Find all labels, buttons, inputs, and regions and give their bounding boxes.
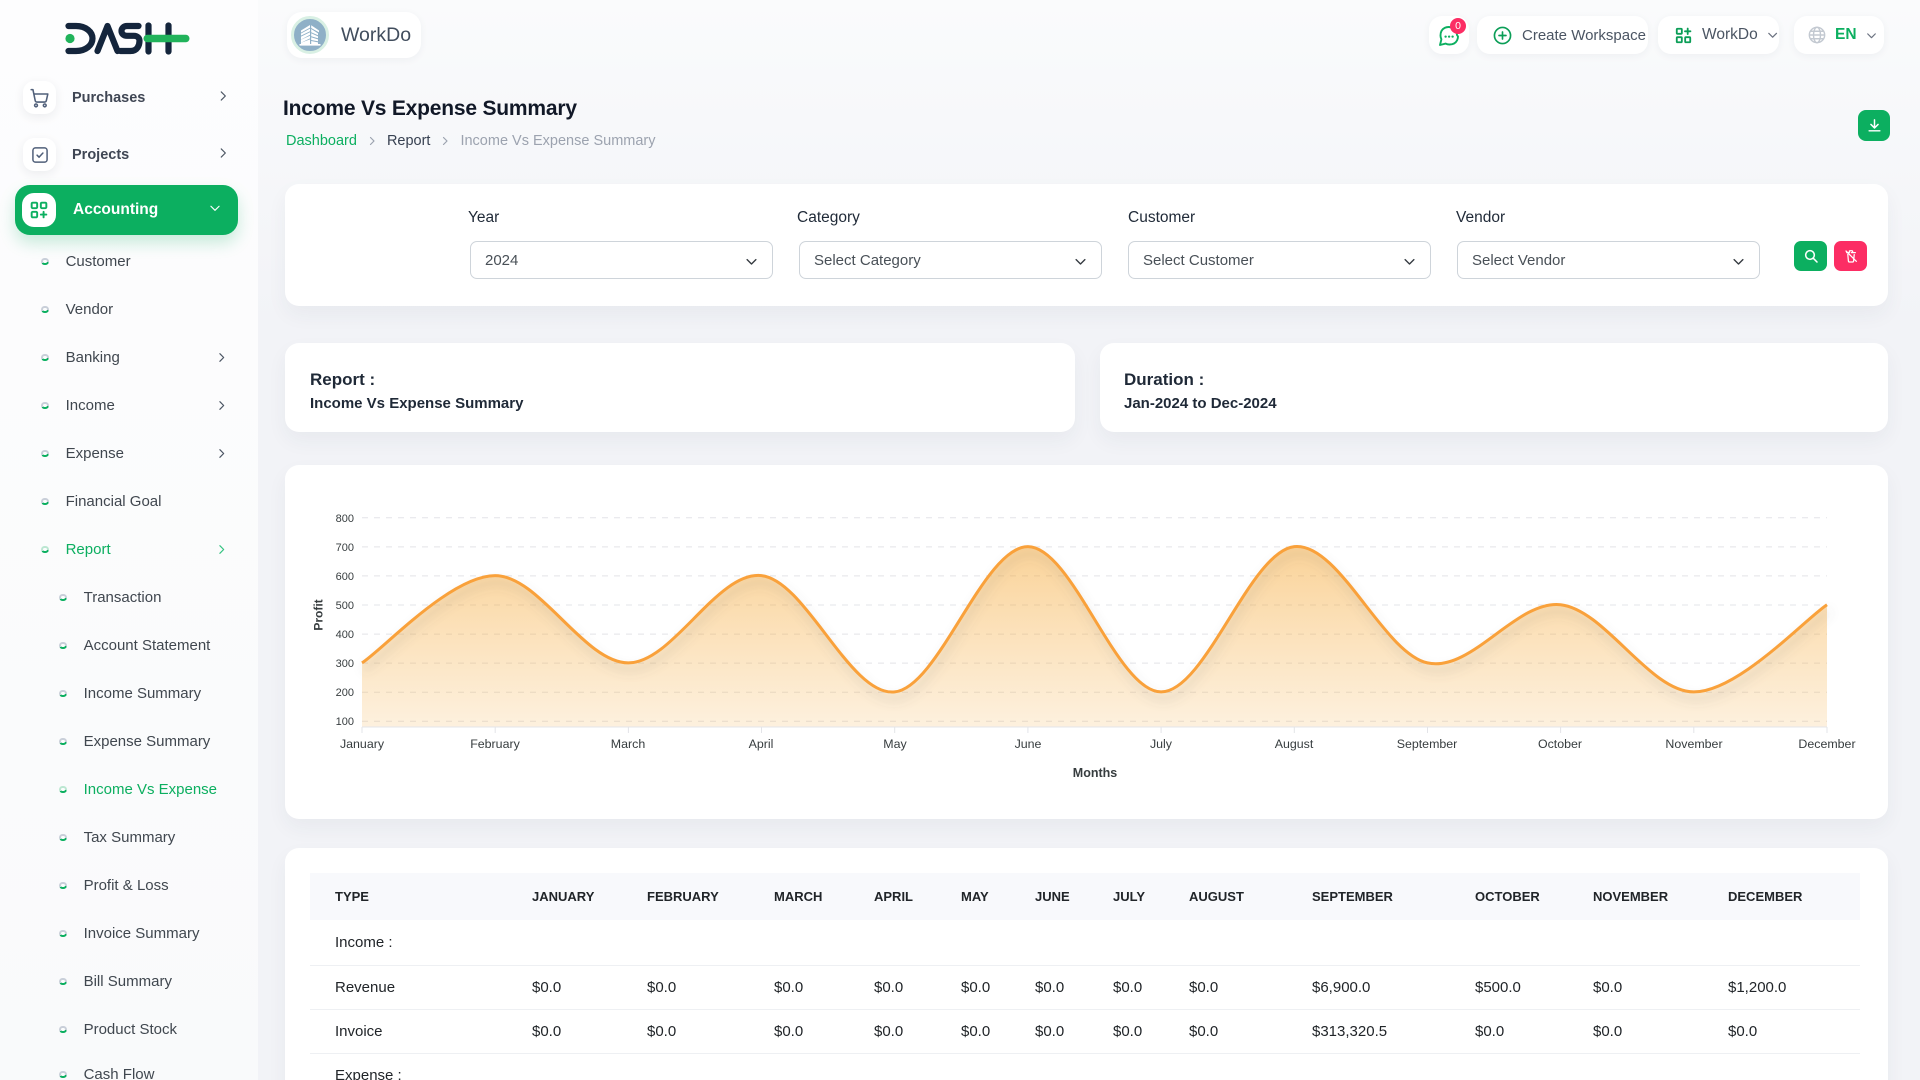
svg-text:March: March — [611, 737, 646, 751]
svg-text:500: 500 — [336, 600, 354, 612]
svg-text:700: 700 — [336, 542, 354, 554]
svg-text:200: 200 — [336, 687, 354, 699]
svg-text:August: August — [1275, 737, 1314, 751]
svg-text:400: 400 — [336, 629, 354, 641]
svg-text:600: 600 — [336, 571, 354, 583]
svg-text:800: 800 — [336, 513, 354, 525]
svg-text:May: May — [883, 737, 907, 751]
svg-text:June: June — [1015, 737, 1042, 751]
svg-text:February: February — [470, 737, 520, 751]
svg-text:300: 300 — [336, 658, 354, 670]
svg-text:100: 100 — [336, 716, 354, 728]
svg-text:October: October — [1538, 737, 1582, 751]
svg-text:April: April — [749, 737, 774, 751]
svg-text:November: November — [1665, 737, 1722, 751]
svg-text:Months: Months — [1073, 766, 1117, 780]
svg-text:December: December — [1798, 737, 1855, 751]
svg-text:September: September — [1397, 737, 1458, 751]
svg-text:Profit: Profit — [312, 599, 326, 630]
svg-text:July: July — [1150, 737, 1173, 751]
svg-text:January: January — [340, 737, 385, 751]
